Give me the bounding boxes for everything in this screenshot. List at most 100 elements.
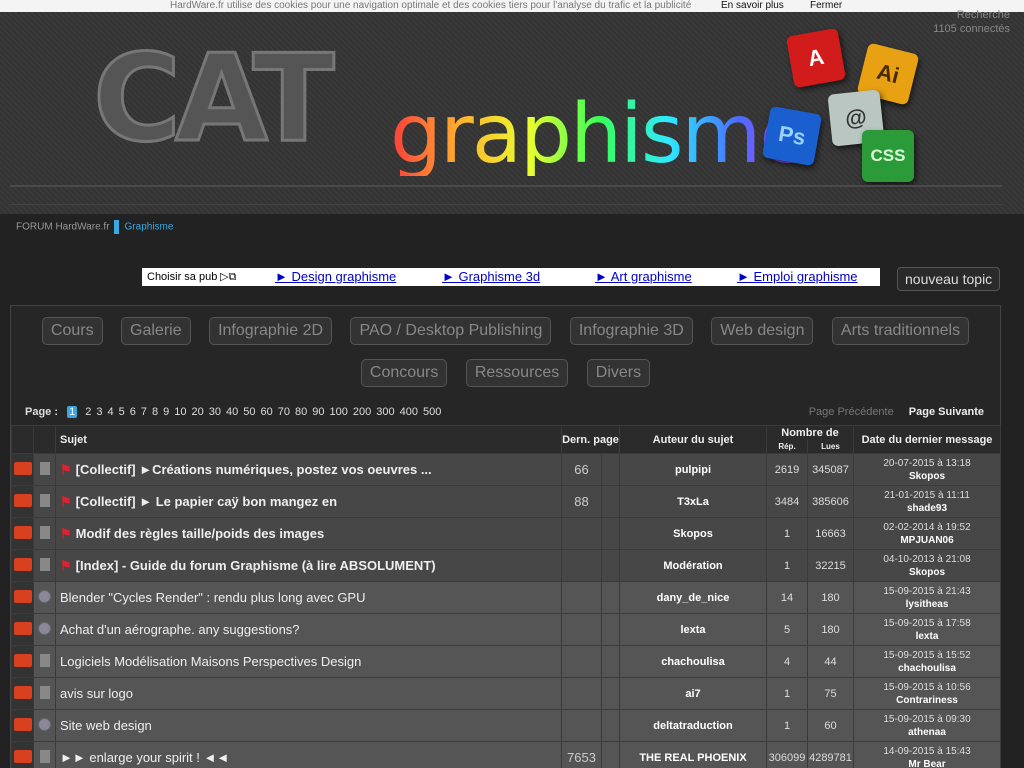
folder-icon[interactable]: [13, 525, 32, 539]
topic-title[interactable]: Blender "Cycles Render" : rendu plus lon…: [60, 590, 366, 605]
last-page-link[interactable]: 66: [561, 453, 602, 486]
folder-icon[interactable]: [13, 653, 32, 667]
page-link[interactable]: 500: [423, 406, 441, 418]
folder-icon[interactable]: [13, 557, 32, 571]
topic-subject[interactable]: Logiciels Modélisation Maisons Perspecti…: [55, 645, 562, 678]
topic-subject[interactable]: ⚑ Modif des règles taille/poids des image…: [55, 517, 562, 550]
category-pao[interactable]: PAO / Desktop Publishing: [350, 317, 552, 345]
last-message[interactable]: 21-01-2015 à 11:11 shade93: [853, 485, 1001, 518]
category-galerie[interactable]: Galerie: [121, 317, 191, 345]
topic-title[interactable]: [Collectif] ► Le papier caÿ bon mangez e…: [76, 494, 337, 509]
topic-title[interactable]: avis sur logo: [60, 686, 133, 701]
folder-cell[interactable]: [11, 677, 34, 710]
last-message[interactable]: 14-09-2015 à 15:43 Mr Bear: [853, 741, 1001, 768]
last-message-date[interactable]: 14-09-2015 à 15:43: [883, 746, 970, 757]
last-message-date[interactable]: 15-09-2015 à 10:56: [883, 682, 970, 693]
last-page-link[interactable]: [561, 709, 602, 742]
topic-title[interactable]: [Collectif] ►Créations numériques, poste…: [76, 462, 432, 477]
folder-icon[interactable]: [13, 589, 32, 603]
table-row[interactable]: Logiciels Modélisation Maisons Perspecti…: [11, 645, 1001, 678]
folder-cell[interactable]: [11, 645, 34, 678]
category-arts-traditionnels[interactable]: Arts traditionnels: [831, 317, 970, 345]
folder-cell[interactable]: [11, 709, 34, 742]
topic-title[interactable]: Site web design: [60, 718, 152, 733]
last-page-link[interactable]: [561, 549, 602, 582]
topic-subject[interactable]: ⚑ [Collectif] ► Le papier caÿ bon mangez …: [55, 485, 562, 518]
page-link[interactable]: 2: [85, 406, 91, 418]
last-page-link[interactable]: [561, 613, 602, 646]
category-divers[interactable]: Divers: [586, 359, 651, 387]
page-link[interactable]: 40: [226, 406, 238, 418]
folder-icon[interactable]: [13, 461, 32, 475]
table-row[interactable]: avis sur logo ai7 1 75 15-09-2015 à 10:56 Con…: [11, 677, 1001, 710]
folder-cell[interactable]: [11, 453, 34, 486]
search-link[interactable]: Recherche: [933, 8, 1010, 22]
folder-icon[interactable]: [13, 493, 32, 507]
last-page-link[interactable]: [561, 581, 602, 614]
table-row[interactable]: ⚑ [Index] - Guide du forum Graphisme (à l…: [11, 549, 1001, 582]
folder-cell[interactable]: [11, 549, 34, 582]
last-page-link[interactable]: [561, 677, 602, 710]
last-message[interactable]: 04-10-2013 à 21:08 Skopos: [853, 549, 1001, 582]
topic-author[interactable]: deltatraduction: [619, 709, 767, 742]
topic-subject[interactable]: ►► enlarge your spirit ! ◄◄: [55, 741, 562, 768]
choose-ad-label[interactable]: Choisir sa pub: [147, 268, 217, 286]
page-link[interactable]: 7: [141, 406, 147, 418]
folder-icon[interactable]: [13, 621, 32, 635]
folder-cell[interactable]: [11, 581, 34, 614]
page-link[interactable]: 60: [261, 406, 273, 418]
page-link[interactable]: 80: [295, 406, 307, 418]
topic-author[interactable]: Skopos: [619, 517, 767, 550]
header-subject[interactable]: Sujet: [55, 425, 562, 454]
folder-icon[interactable]: [13, 717, 32, 731]
last-message-date[interactable]: 15-09-2015 à 15:52: [883, 650, 970, 661]
last-message-date[interactable]: 20-07-2015 à 13:18: [883, 458, 970, 469]
last-page-link[interactable]: 88: [561, 485, 602, 518]
table-row[interactable]: ⚑ Modif des règles taille/poids des image…: [11, 517, 1001, 550]
table-row[interactable]: Site web design deltatraduction 1 60 15-09-2…: [11, 709, 1001, 742]
topic-title[interactable]: Logiciels Modélisation Maisons Perspecti…: [60, 654, 361, 669]
table-row[interactable]: ⚑ [Collectif] ►Créations numériques, post…: [11, 453, 1001, 486]
last-message[interactable]: 15-09-2015 à 15:52 chachoulisa: [853, 645, 1001, 678]
topic-author[interactable]: Modération: [619, 549, 767, 582]
folder-cell[interactable]: [11, 485, 34, 518]
page-link[interactable]: 8: [152, 406, 158, 418]
topic-author[interactable]: lexta: [619, 613, 767, 646]
last-message-date[interactable]: 15-09-2015 à 17:58: [883, 618, 970, 629]
page-link[interactable]: 200: [353, 406, 371, 418]
page-link[interactable]: 4: [108, 406, 114, 418]
topic-author[interactable]: dany_de_nice: [619, 581, 767, 614]
last-message[interactable]: 15-09-2015 à 17:58 lexta: [853, 613, 1001, 646]
folder-icon[interactable]: [13, 685, 32, 699]
category-ressources[interactable]: Ressources: [465, 359, 569, 387]
topic-title[interactable]: ►► enlarge your spirit ! ◄◄: [60, 750, 229, 765]
folder-icon[interactable]: [13, 749, 32, 763]
category-cours[interactable]: Cours: [41, 317, 103, 345]
page-link[interactable]: 9: [163, 406, 169, 418]
topic-author[interactable]: T3xLa: [619, 485, 767, 518]
page-link[interactable]: 70: [278, 406, 290, 418]
last-message[interactable]: 15-09-2015 à 09:30 athenaa: [853, 709, 1001, 742]
folder-cell[interactable]: [11, 517, 34, 550]
new-topic-button[interactable]: nouveau topic: [897, 267, 1001, 291]
page-link[interactable]: 5: [119, 406, 125, 418]
ad-link-design[interactable]: ► Design graphisme: [275, 268, 396, 286]
last-message-date[interactable]: 04-10-2013 à 21:08: [883, 554, 970, 565]
page-link[interactable]: 10: [174, 406, 186, 418]
topic-title[interactable]: Modif des règles taille/poids des images: [76, 526, 325, 541]
topic-subject[interactable]: Blender "Cycles Render" : rendu plus lon…: [55, 581, 562, 614]
last-page-link[interactable]: [561, 645, 602, 678]
breadcrumb-current[interactable]: Graphisme: [125, 222, 174, 233]
table-row[interactable]: ⚑ [Collectif] ► Le papier caÿ bon mangez …: [11, 485, 1001, 518]
page-link[interactable]: 50: [243, 406, 255, 418]
last-message-date[interactable]: 15-09-2015 à 09:30: [883, 714, 970, 725]
topic-title[interactable]: [Index] - Guide du forum Graphisme (à li…: [76, 558, 436, 573]
page-link[interactable]: 30: [209, 406, 221, 418]
page-link[interactable]: 3: [96, 406, 102, 418]
last-message[interactable]: 20-07-2015 à 13:18 Skopos: [853, 453, 1001, 486]
breadcrumb-root[interactable]: FORUM HardWare.fr: [16, 222, 110, 233]
ad-link-3d[interactable]: ► Graphisme 3d: [442, 268, 540, 286]
category-infographie-2d[interactable]: Infographie 2D: [209, 317, 333, 345]
last-page-link[interactable]: 7653: [561, 741, 602, 768]
folder-cell[interactable]: [11, 613, 34, 646]
